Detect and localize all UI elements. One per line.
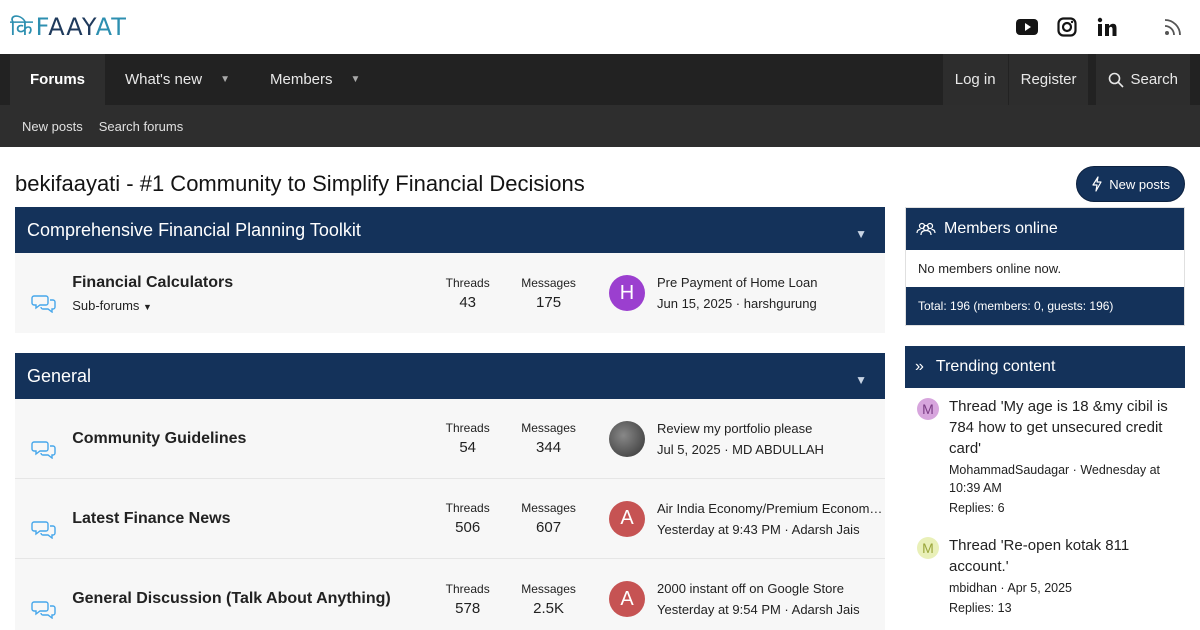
members-online-body: No members online now.: [906, 250, 1184, 287]
forum-node[interactable]: Community Guidelines Threads 54 Messages 3…: [15, 399, 885, 479]
thread-count: 43: [459, 293, 477, 311]
trending-thread-link[interactable]: Thread 'My age is 18 &my cibil is 784 ho…: [949, 396, 1173, 459]
tab-forums[interactable]: Forums: [10, 54, 106, 105]
latest-thread-link[interactable]: Air India Economy/Premium Economy ...: [657, 501, 885, 516]
rss-icon[interactable]: [1162, 16, 1184, 38]
members-online-header[interactable]: Members online: [906, 208, 1184, 250]
category-header[interactable]: Comprehensive Financial Planning Toolkit…: [15, 207, 885, 253]
message-count: 607: [536, 519, 562, 536]
search-button[interactable]: Search: [1096, 54, 1190, 105]
subnav-new-posts[interactable]: New posts: [22, 119, 83, 134]
logo-f: F: [35, 13, 49, 41]
subnav-search-forums[interactable]: Search forums: [99, 119, 184, 134]
logo-aay: AAY: [48, 13, 96, 41]
members-online-total: Total: 196 (members: 0, guests: 196): [906, 287, 1184, 325]
subforums-toggle[interactable]: Sub-forums ▼: [72, 298, 427, 313]
avatar[interactable]: H: [609, 275, 645, 311]
sub-nav: New posts Search forums: [0, 105, 1200, 147]
trending-meta: mbidhan · Apr 5, 2025: [949, 581, 1072, 595]
site-logo[interactable]: कि FAAYAT: [10, 12, 127, 42]
forum-title[interactable]: Latest Finance News: [72, 510, 427, 528]
trending-thread-link[interactable]: Thread 'Re-open kotak 811 account.': [949, 535, 1173, 577]
users-icon: [916, 222, 936, 236]
message-count: 175: [536, 293, 562, 311]
chevron-down-icon[interactable]: ▼: [351, 74, 361, 85]
forum-node[interactable]: Financial Calculators Sub-forums ▼ Threa…: [15, 253, 885, 333]
forum-chat-icon: [15, 419, 72, 459]
register-button[interactable]: Register: [1008, 54, 1089, 105]
avatar[interactable]: [609, 420, 645, 457]
latest-meta: Yesterday at 9:43 PM · Adarsh Jais: [657, 521, 860, 537]
page-title: bekifaayati - #1 Community to Simplify F…: [15, 171, 585, 196]
latest-thread-link[interactable]: Review my portfolio please: [657, 421, 885, 436]
latest-meta: Jun 15, 2025 · harshgurung: [657, 296, 817, 311]
latest-thread-link[interactable]: 2000 instant off on Google Store: [657, 581, 885, 596]
site-header: कि FAAYAT: [0, 0, 1200, 54]
latest-meta: Jul 5, 2025 · MD ABDULLAH: [657, 441, 824, 457]
forum-title[interactable]: General Discussion (Talk About Anything): [72, 590, 427, 608]
trending-header[interactable]: » Trending content: [905, 346, 1185, 388]
trending-item[interactable]: M Thread 'My age is 18 &my cibil is 784 …: [905, 388, 1185, 527]
category-block: Comprehensive Financial Planning Toolkit…: [15, 207, 885, 333]
forum-node[interactable]: General Discussion (Talk About Anything)…: [15, 559, 885, 630]
tab-whats-new[interactable]: What's new ▼: [105, 54, 250, 105]
trending-meta: MohammadSaudagar · Wednesday at 10:39 AM: [949, 463, 1160, 495]
thread-count: 54: [459, 439, 477, 456]
forum-chat-icon: [15, 499, 72, 539]
forum-node[interactable]: Latest Finance News Threads 506 Messages 6…: [15, 479, 885, 559]
social-links: [1016, 16, 1190, 38]
category-header[interactable]: General ▼: [15, 353, 885, 399]
thread-count: 578: [455, 599, 481, 617]
trending-replies: Replies: 6: [949, 501, 1005, 515]
forum-chat-icon: [15, 579, 72, 619]
bolt-icon: [1092, 176, 1102, 192]
forum-title[interactable]: Financial Calculators: [72, 274, 427, 292]
main-nav: Forums What's new ▼ Members ▼ Log in Regis…: [0, 54, 1200, 105]
message-count: 2.5K: [533, 599, 564, 617]
latest-thread-link[interactable]: Pre Payment of Home Loan: [657, 275, 885, 290]
trending-replies: Replies: 13: [949, 601, 1012, 615]
collapse-icon[interactable]: ▼: [855, 373, 867, 387]
linkedin-icon[interactable]: [1096, 16, 1118, 38]
avatar[interactable]: M: [917, 398, 939, 420]
avatar[interactable]: A: [609, 581, 645, 617]
collapse-icon[interactable]: ▼: [855, 227, 867, 241]
chevron-down-icon[interactable]: ▼: [220, 74, 230, 85]
latest-meta: Yesterday at 9:54 PM · Adarsh Jais: [657, 602, 860, 617]
message-count: 344: [536, 439, 562, 456]
trending-item[interactable]: M Thread 'Re-open kotak 811 account.' mb…: [905, 527, 1185, 627]
forum-title[interactable]: Community Guidelines: [72, 430, 427, 448]
youtube-icon[interactable]: [1016, 16, 1038, 38]
forum-list: Comprehensive Financial Planning Toolkit…: [15, 207, 885, 630]
new-posts-button[interactable]: New posts: [1076, 166, 1185, 202]
forum-chat-icon: [15, 273, 72, 313]
thread-count: 506: [455, 519, 481, 536]
members-online-block: Members online No members online now. To…: [905, 207, 1185, 326]
logo-ki: कि: [10, 15, 34, 40]
login-button[interactable]: Log in: [942, 54, 1009, 105]
sidebar: Members online No members online now. To…: [905, 207, 1185, 630]
avatar[interactable]: A: [609, 500, 645, 537]
tab-members[interactable]: Members ▼: [250, 54, 380, 105]
category-block: General ▼ Community Guidelines Threads 54…: [15, 353, 885, 630]
double-chevron-right-icon: »: [915, 358, 924, 375]
trending-block: » Trending content M Thread 'My age is 1…: [905, 346, 1185, 627]
logo-at: AT: [95, 13, 127, 41]
search-icon: [1109, 72, 1125, 88]
instagram-icon[interactable]: [1056, 16, 1078, 38]
avatar[interactable]: M: [917, 537, 939, 559]
